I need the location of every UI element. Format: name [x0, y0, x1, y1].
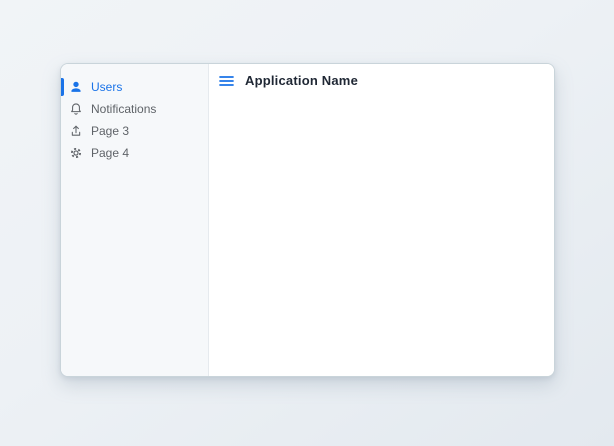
page-title: Application Name	[245, 74, 358, 88]
sidebar-item-page4[interactable]: Page 4	[61, 142, 208, 164]
sidebar-item-label: Page 3	[91, 124, 129, 138]
sidebar-item-users[interactable]: Users	[61, 76, 208, 98]
content-area	[209, 88, 554, 376]
user-icon	[69, 80, 83, 94]
app-window: Users Notifications	[60, 63, 555, 377]
main-content: Application Name	[209, 64, 554, 376]
bell-icon	[69, 102, 83, 116]
sidebar: Users Notifications	[61, 64, 209, 376]
hamburger-menu-icon[interactable]	[219, 74, 234, 88]
gear-icon	[69, 146, 83, 160]
main-header: Application Name	[209, 64, 554, 88]
desktop-background: Users Notifications	[0, 0, 614, 446]
sidebar-item-label: Users	[91, 80, 122, 94]
upload-icon	[69, 124, 83, 138]
sidebar-item-label: Page 4	[91, 146, 129, 160]
sidebar-item-notifications[interactable]: Notifications	[61, 98, 208, 120]
sidebar-item-label: Notifications	[91, 102, 156, 116]
sidebar-item-page3[interactable]: Page 3	[61, 120, 208, 142]
active-indicator	[61, 78, 64, 96]
